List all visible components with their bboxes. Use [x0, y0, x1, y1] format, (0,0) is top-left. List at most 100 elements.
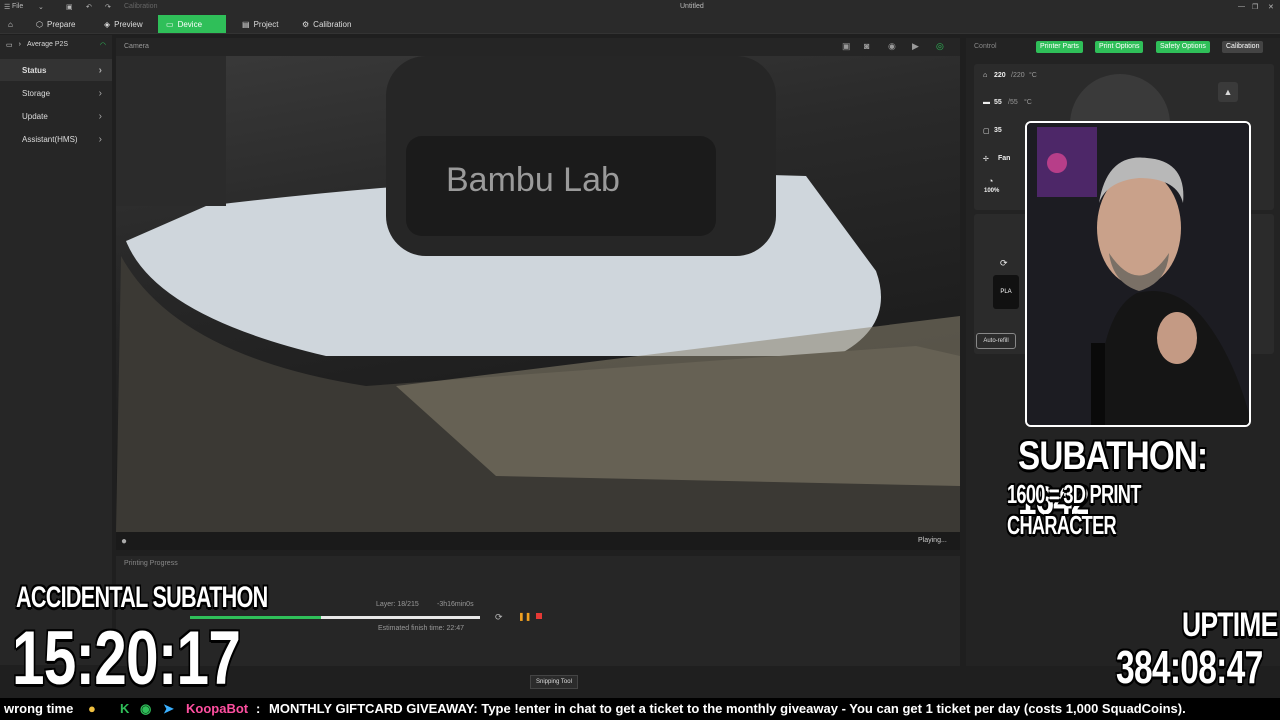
tab-print-options[interactable]: Print Options [1095, 41, 1144, 53]
video-icon[interactable]: ▶ [912, 41, 919, 52]
ticker-lead: wrong time [4, 701, 74, 716]
maximize-icon[interactable]: ❐ [1252, 3, 1258, 11]
stop-icon[interactable] [536, 613, 542, 619]
save-icon[interactable]: ▣ [66, 3, 73, 11]
snipping-tool-tooltip: Snipping Tool [530, 675, 578, 689]
chevron-right-icon: › [98, 110, 102, 122]
printer-name: Average P2S [26, 41, 69, 48]
preview-icon: ◈ [104, 19, 111, 29]
settings-icon[interactable]: ● [121, 536, 127, 547]
tab-printer-parts[interactable]: Printer Parts [1036, 41, 1083, 53]
tab-preview[interactable]: ◈ Preview [96, 15, 151, 33]
printer-icon: ▭ [6, 42, 13, 49]
fan-icon: ✢ [983, 156, 989, 163]
snapshot-icon[interactable]: ▣ [842, 41, 851, 52]
progress-title: Printing Progress [124, 560, 178, 567]
tab-calibration-control[interactable]: Calibration [1222, 41, 1264, 53]
camera-image: Bambu Lab [116, 56, 960, 532]
printer-selector[interactable]: ▭ › Average P2S ◠ [6, 41, 106, 49]
control-title: Control [974, 43, 997, 50]
streamer-webcam [1025, 121, 1251, 427]
accidental-subathon-title: ACCIDENTAL SUBATHON [16, 581, 268, 614]
chat-message: MONTHLY GIFTCARD GIVEAWAY: Type !enter i… [269, 701, 1186, 716]
chevron-right-icon: › [98, 133, 102, 145]
tab-safety-options[interactable]: Safety Options [1156, 41, 1210, 53]
tab-project[interactable]: ▤ Project [234, 15, 286, 33]
sidebar-item-label: Storage [22, 88, 51, 98]
filament-refresh-icon[interactable]: ⟳ [1000, 258, 1008, 269]
auto-refill-button[interactable]: Auto-refill [976, 333, 1016, 349]
chevron-right-icon: › [98, 64, 102, 76]
emote-icon: ● [88, 701, 96, 716]
rgb-pc-case [1037, 127, 1097, 197]
sidebar-item-label: Update [22, 111, 48, 121]
home-icon[interactable]: ⌂ [0, 15, 21, 33]
tab-label: Preview [114, 19, 143, 29]
time-remaining: -3h16min0s [437, 601, 474, 608]
pause-icon[interactable]: ❚❚ [518, 612, 531, 621]
nozzle-target[interactable]: /220 [1011, 72, 1025, 79]
sidebar-item-assistant[interactable]: Assistant(HMS) › [0, 128, 112, 150]
calibration-hint: Calibration [124, 3, 158, 10]
sidebar-item-update[interactable]: Update › [0, 105, 112, 127]
camera-status: Playing... [918, 537, 947, 544]
timelapse-icon[interactable]: ◉ [888, 41, 896, 52]
estimated-finish: Estimated finish time: 22:47 [378, 625, 464, 632]
project-icon: ▤ [242, 19, 250, 29]
tab-label: Prepare [46, 19, 76, 29]
speed-value[interactable]: 100% [984, 188, 999, 194]
bed-target[interactable]: /55 [1008, 99, 1018, 106]
hand [1157, 312, 1197, 364]
chamber-temp: 35 [994, 127, 1002, 134]
tab-label: Calibration [313, 19, 352, 29]
nozzle-temp: 220 [994, 72, 1006, 79]
menu-icon[interactable]: ☰ [4, 3, 10, 11]
undo-icon[interactable]: ↶ [86, 3, 92, 11]
sidebar-item-storage[interactable]: Storage › [0, 82, 112, 104]
camera-title: Camera [124, 43, 149, 50]
tab-calibration[interactable]: ⚙ Calibration [294, 15, 359, 33]
speed-icon: ◔ [988, 176, 994, 186]
mod-badge-icon: K [120, 701, 130, 716]
chat-separator: : [256, 701, 261, 716]
title-bar: ☰ File ⌄ ▣ ↶ ↷ Calibration Untitled — ❐ … [0, 0, 1280, 14]
bot-badge-icon: ➤ [163, 701, 174, 716]
close-icon[interactable]: ✕ [1268, 3, 1274, 11]
tab-label: Device [177, 19, 203, 29]
nozzle-icon: ⌂ [983, 72, 988, 79]
chevron-down-icon[interactable]: ⌄ [38, 3, 44, 11]
chevron-right-icon: › [98, 87, 102, 99]
tab-prepare[interactable]: ⬡ Prepare [28, 15, 83, 33]
accidental-subathon-timer: 15:20:17 [12, 616, 241, 701]
main-nav: ⌂ ⬡ Prepare ◈ Preview ▭ Device ▤ Project ⚙ Ca… [0, 14, 1280, 34]
filament-slot[interactable]: PLA [993, 275, 1019, 309]
device-icon: ▭ [166, 19, 174, 29]
frame-left [116, 56, 226, 206]
bed-temp: 55 [994, 99, 1002, 106]
device-sidebar: ▭ › Average P2S ◠ Status › Storage › Updat… [0, 35, 112, 665]
bed-icon: ▬ [983, 99, 990, 106]
chamber-icon: ▢ [983, 128, 990, 135]
wifi-icon: ◠ [99, 42, 106, 49]
sidebar-item-label: Assistant(HMS) [22, 134, 78, 144]
tab-device[interactable]: ▭ Device [158, 15, 226, 33]
sidebar-item-status[interactable]: Status › [0, 59, 112, 81]
filament-type: PLA [1000, 289, 1012, 295]
camera-footer: ● Playing... [116, 532, 960, 550]
arrow-up-icon[interactable]: ▲ [1218, 82, 1238, 102]
file-menu[interactable]: File [12, 3, 23, 10]
refresh-icon[interactable]: ⟳ [495, 612, 503, 623]
camera-feed: Bambu Lab [116, 56, 960, 532]
chat-username: KoopaBot [186, 701, 249, 716]
sidebar-item-label: Status [22, 65, 47, 75]
fan-label[interactable]: Fan [998, 155, 1010, 162]
minimize-icon[interactable]: — [1238, 3, 1245, 10]
window-title: Untitled [680, 3, 704, 10]
temp-unit: °C [1029, 72, 1037, 79]
record-icon[interactable]: ◙ [864, 41, 869, 51]
camera-settings-icon[interactable]: ◎ [936, 41, 944, 52]
camera-header: Camera ▣ ◙ ◉ ▶ ◎ [116, 38, 960, 56]
toolhead-brand-text: Bambu Lab [446, 161, 620, 199]
subathon-goal: 1600 = 3D PRINT CHARACTER [1007, 479, 1141, 540]
redo-icon[interactable]: ↷ [105, 3, 111, 11]
